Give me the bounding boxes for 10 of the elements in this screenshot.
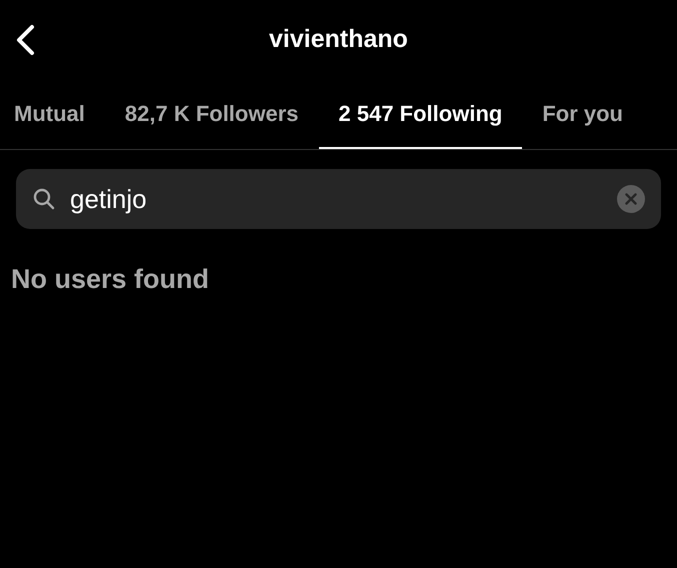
- tab[interactable]: For you: [522, 80, 643, 149]
- tab[interactable]: 2 547 Following: [318, 80, 522, 149]
- profile-title: vivienthano: [269, 24, 408, 56]
- search-field[interactable]: getinjo: [16, 169, 661, 229]
- empty-message: No users found: [11, 263, 210, 296]
- search-query: getinjo: [70, 184, 147, 214]
- tab[interactable]: Mutual: [0, 80, 105, 149]
- back-icon[interactable]: [14, 24, 36, 56]
- search-icon: [32, 187, 56, 211]
- tab[interactable]: 82,7 K Followers: [104, 80, 319, 149]
